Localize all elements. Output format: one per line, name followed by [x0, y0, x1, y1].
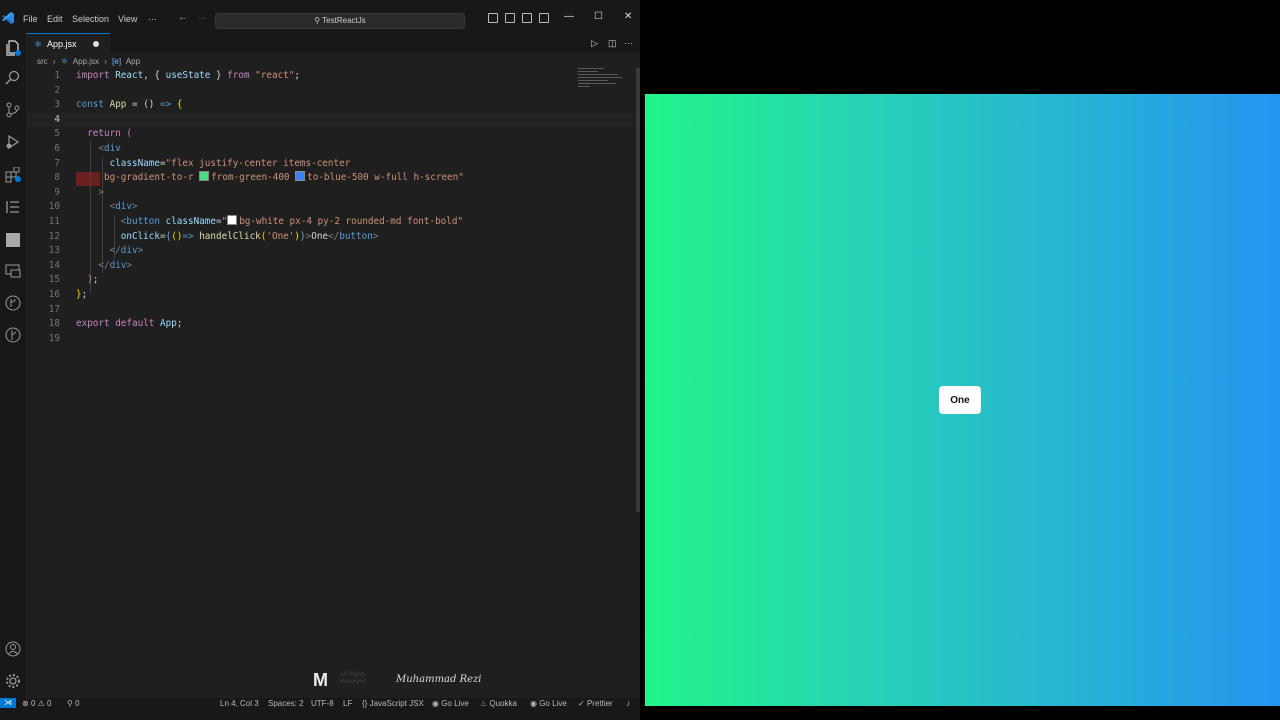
- code-line: 15 );: [48, 274, 99, 286]
- remote-explorer-icon[interactable]: [5, 263, 21, 279]
- go-live-button[interactable]: ◉ Go Live: [432, 699, 469, 708]
- code-line-current: 4: [26, 112, 636, 128]
- customize-layout-icon[interactable]: [539, 13, 549, 23]
- code-line: 11 <button className=" bg-white px-4 py-2…: [48, 215, 464, 227]
- menu-file[interactable]: File: [23, 14, 38, 24]
- notifications-bell-icon[interactable]: ♪: [626, 699, 630, 708]
- search-icon: ⚲: [314, 16, 321, 25]
- accounts-icon[interactable]: [5, 641, 21, 657]
- run-and-debug-icon[interactable]: [5, 134, 21, 150]
- color-swatch-green[interactable]: [199, 171, 210, 182]
- one-button[interactable]: One: [939, 386, 981, 414]
- menu-more[interactable]: ···: [148, 14, 157, 24]
- toggle-secondary-sidebar-icon[interactable]: [522, 13, 532, 23]
- minimize-icon[interactable]: —: [564, 11, 574, 22]
- forward-arrow-icon[interactable]: →: [197, 12, 207, 23]
- git-graph-icon[interactable]: [5, 327, 21, 343]
- editor-scrollbar[interactable]: [636, 68, 640, 512]
- code-line: 8 bg-gradient-to-r from-green-400 to-blu…: [54, 171, 464, 184]
- chevron-right-icon: ›: [104, 57, 107, 66]
- command-center-search[interactable]: ⚲ TestReactJs: [215, 13, 465, 29]
- tab-label: App.jsx: [47, 39, 77, 49]
- gitlens-icon[interactable]: [5, 295, 21, 311]
- run-file-icon[interactable]: ▷: [591, 38, 598, 49]
- status-bar: ⋊ ⊗ 0 ⚠ 0 ⚲ 0 Ln 4, Col 3 Spaces: 2 UTF-…: [0, 698, 640, 720]
- code-line: 5 return (: [54, 128, 133, 140]
- code-line: 18 export default App;: [48, 318, 183, 330]
- code-line: 6 <div: [54, 143, 121, 154]
- code-line: 17: [48, 303, 60, 315]
- toggle-primary-sidebar-icon[interactable]: [488, 13, 498, 23]
- split-editor-icon[interactable]: ◫: [608, 38, 617, 49]
- code-line: 12 onClick={()=> handelClick('One')}>One…: [48, 230, 379, 242]
- encoding[interactable]: UTF-8: [311, 699, 334, 708]
- activity-bar: [0, 38, 26, 698]
- end-of-line[interactable]: LF: [343, 699, 352, 708]
- breadcrumb-file[interactable]: App.jsx: [73, 57, 99, 66]
- unsaved-dot-icon[interactable]: [93, 41, 99, 47]
- toggle-panel-icon[interactable]: [505, 13, 515, 23]
- vscode-logo-icon: [2, 12, 14, 24]
- code-editor[interactable]: 1 import React, { useState } from "react"…: [26, 68, 636, 668]
- tab-app-jsx[interactable]: ⚛ App.jsx: [26, 33, 110, 54]
- breadcrumb: src › ⚛ App.jsx › [e] App: [37, 57, 143, 66]
- code-line: 7 className="flex justify-center items-c…: [54, 157, 351, 169]
- code-line: 10 <div>: [48, 201, 138, 213]
- react-file-icon: ⚛: [34, 39, 43, 49]
- vscode-window: File Edit Selection View ··· ← → ⚲ TestR…: [0, 0, 640, 720]
- prettier-button[interactable]: ✓ Prettier: [578, 699, 613, 708]
- code-line: 2: [54, 84, 60, 96]
- symbol-variable-icon: [e]: [112, 57, 122, 66]
- extensions-icon[interactable]: [5, 167, 21, 183]
- search-text: TestReactJs: [322, 16, 366, 25]
- color-swatch-blue[interactable]: [295, 171, 306, 182]
- menu-view[interactable]: View: [118, 14, 137, 24]
- tab-bar: ⚛ App.jsx ▷ ◫ ···: [26, 33, 640, 54]
- remote-indicator-icon[interactable]: ⋊: [0, 698, 16, 708]
- stop-square-icon[interactable]: [5, 232, 21, 248]
- source-control-icon[interactable]: [5, 102, 21, 118]
- maximize-icon[interactable]: ☐: [594, 11, 603, 22]
- language-mode[interactable]: {} JavaScript JSX: [362, 699, 424, 708]
- code-line: 3 const App = () => {: [54, 99, 183, 111]
- code-line: 9 >: [54, 186, 104, 198]
- quokka-button[interactable]: ♨ Quokka: [480, 699, 517, 708]
- back-arrow-icon[interactable]: ←: [178, 12, 188, 23]
- breadcrumb-symbol[interactable]: App: [126, 57, 140, 66]
- react-file-icon: ⚛: [60, 57, 68, 66]
- color-swatch-white[interactable]: [227, 215, 238, 225]
- code-line: 14 </div>: [48, 259, 132, 271]
- more-actions-icon[interactable]: ···: [624, 38, 633, 48]
- menu-edit[interactable]: Edit: [47, 14, 63, 24]
- code-line: 16};: [48, 289, 88, 300]
- code-line: 1 import React, { useState } from "react"…: [54, 70, 300, 81]
- manage-gear-icon[interactable]: [5, 673, 21, 689]
- browser-preview: One: [645, 94, 1280, 706]
- indentation[interactable]: Spaces: 2: [268, 699, 304, 708]
- cursor-position[interactable]: Ln 4, Col 3: [220, 699, 259, 708]
- watermark-signature: Muhammad Rezi: [396, 674, 482, 685]
- chevron-right-icon: ›: [52, 57, 56, 66]
- menu-selection[interactable]: Selection: [72, 14, 109, 24]
- watermark-rights: All Rights Reserved: [340, 672, 366, 685]
- outline-icon[interactable]: [5, 199, 21, 215]
- ports-indicator[interactable]: ⚲ 0: [67, 699, 80, 708]
- go-live-button-2[interactable]: ◉ Go Live: [530, 699, 567, 708]
- search-sidebar-icon[interactable]: [5, 70, 21, 86]
- problems-indicator[interactable]: ⊗ 0 ⚠ 0: [22, 699, 51, 708]
- watermark-logo: M: [313, 670, 328, 690]
- code-line: 13 </div>: [48, 245, 144, 257]
- breadcrumb-folder[interactable]: src: [37, 57, 48, 66]
- code-line: 19: [48, 332, 60, 344]
- minimap[interactable]: [578, 68, 626, 96]
- close-icon[interactable]: ✕: [624, 11, 632, 22]
- explorer-icon[interactable]: [5, 40, 21, 56]
